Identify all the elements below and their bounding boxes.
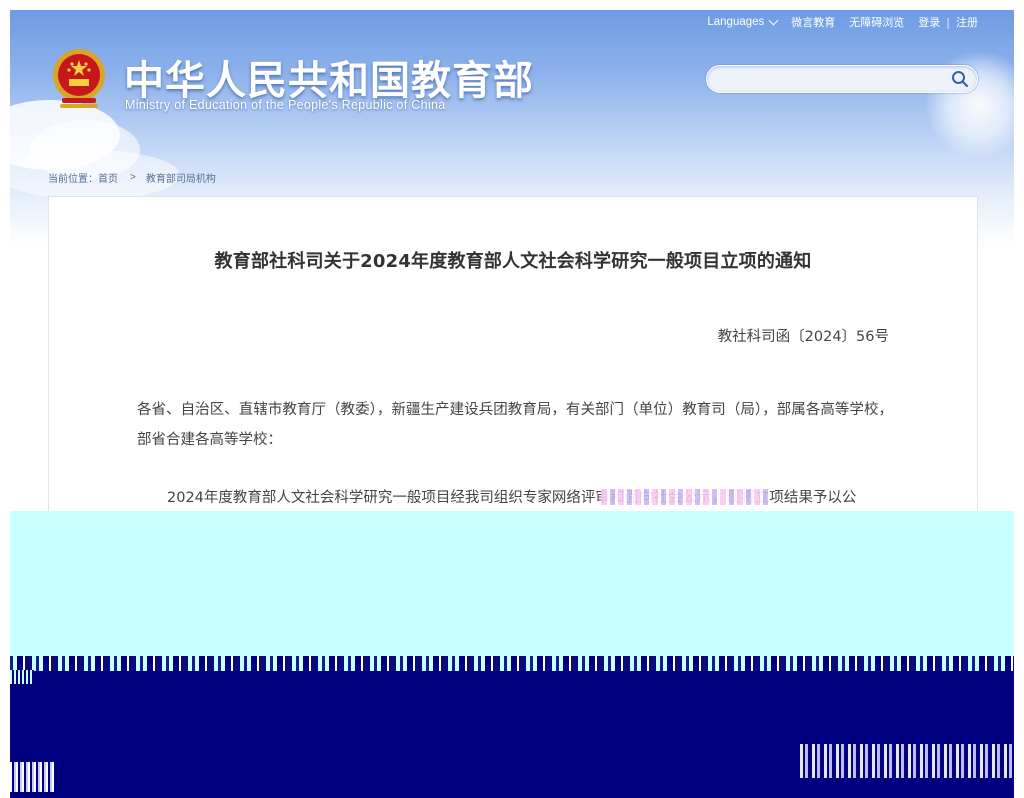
document-number: 教社科司函〔2024〕56号 bbox=[717, 329, 889, 345]
breadcrumb-separator: > bbox=[130, 172, 136, 183]
search-input[interactable] bbox=[719, 70, 943, 90]
recipients-paragraph: 各省、自治区、直辖市教育厅（教委），新疆生产建设兵团教育局，有关部门（单位）教育… bbox=[137, 402, 893, 448]
accessible-browse-link[interactable]: 无障碍浏览 bbox=[849, 14, 904, 30]
site-subtitle: Ministry of Education of the People's Re… bbox=[125, 98, 446, 112]
body-paragraph: 2024年度教育部人文社会科学研究一般项目经我司组织专家网络评审和面向社会公示，… bbox=[167, 490, 857, 506]
render-artifact-noise bbox=[10, 656, 1014, 671]
weiyan-link[interactable]: 微言教育 bbox=[791, 14, 835, 30]
article-title: 教育部社科司关于2024年度教育部人文社会科学研究一般项目立项的通知 bbox=[214, 251, 812, 272]
chevron-down-icon bbox=[768, 15, 779, 25]
nav-separator: | bbox=[946, 15, 950, 29]
render-artifact-noise bbox=[10, 762, 56, 792]
top-nav: Languages 微言教育 无障碍浏览 登录 | 注册 bbox=[693, 14, 978, 30]
national-emblem-icon[interactable] bbox=[50, 48, 108, 110]
breadcrumb-home-link[interactable]: 首页 bbox=[98, 170, 118, 185]
breadcrumb-section-link[interactable]: 教育部司局机构 bbox=[146, 170, 216, 185]
render-glitch bbox=[601, 489, 769, 505]
breadcrumb-prefix: 当前位置： bbox=[48, 174, 98, 185]
render-artifact-cyan bbox=[10, 511, 1014, 671]
search-icon[interactable] bbox=[951, 70, 969, 88]
login-link[interactable]: 登录 bbox=[918, 14, 940, 30]
search-box bbox=[706, 65, 978, 93]
render-artifact-noise bbox=[800, 744, 1014, 778]
breadcrumb: 当前位置： 首页 > 教育部司局机构 bbox=[48, 170, 216, 185]
languages-label: Languages bbox=[707, 16, 765, 28]
register-link[interactable]: 注册 bbox=[956, 14, 978, 30]
page: 中华人民共和国教育部 Ministry of Education of the … bbox=[10, 10, 1014, 798]
render-artifact-navy bbox=[10, 671, 1014, 798]
render-artifact-noise bbox=[10, 670, 34, 684]
languages-menu[interactable]: Languages bbox=[707, 15, 779, 28]
